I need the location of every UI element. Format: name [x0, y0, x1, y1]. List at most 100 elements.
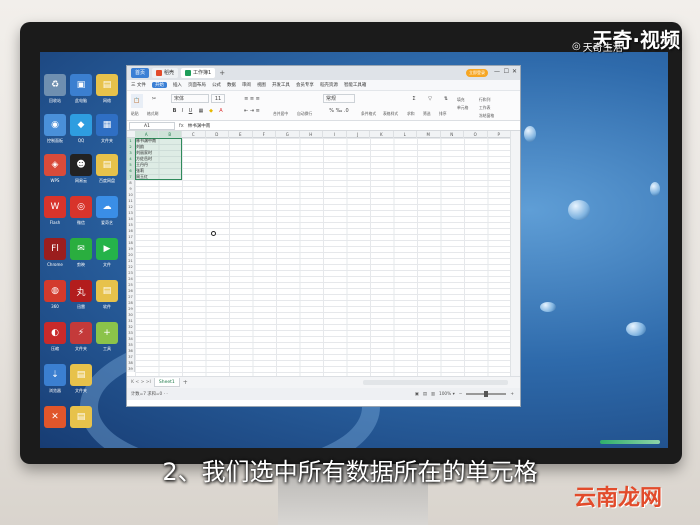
font-select[interactable]: 宋体	[171, 94, 209, 103]
sheet-tab[interactable]: Sheet1	[153, 378, 180, 387]
fx-icon[interactable]: fx	[179, 123, 184, 129]
zoom-level[interactable]: 100% ▾	[439, 392, 455, 397]
view-page-icon[interactable]: ▥	[431, 392, 435, 397]
grid-app-icon[interactable]: ▦	[96, 114, 118, 136]
column-header[interactable]: E	[229, 131, 253, 138]
zoom-in-button[interactable]: +	[510, 392, 514, 397]
compress-icon[interactable]: ⇣	[44, 364, 66, 386]
cells-button[interactable]: 单元格	[457, 105, 468, 111]
conditional-format-button[interactable]: 条件格式	[361, 111, 376, 117]
number-format-select[interactable]: 常规	[323, 94, 355, 103]
netease-music-icon[interactable]: ◎	[70, 196, 92, 218]
paste-icon[interactable]: 📋	[131, 94, 143, 108]
tab-docer[interactable]: 稻壳	[152, 68, 179, 78]
app-icon[interactable]: ◆	[70, 114, 92, 136]
worksheet-button[interactable]: 工作表	[479, 105, 490, 111]
column-header[interactable]: O	[464, 131, 488, 138]
horizontal-scrollbar[interactable]	[363, 380, 508, 385]
filter-label[interactable]: 筛选	[423, 111, 431, 117]
merge-button[interactable]: 合并居中	[273, 111, 288, 117]
folder-icon[interactable]: ▤	[96, 154, 118, 176]
view-layout-icon[interactable]: ▤	[423, 392, 427, 397]
align-icons[interactable]: ≡ ≡ ≡	[237, 94, 267, 103]
column-header[interactable]: I	[323, 131, 347, 138]
menu-insert[interactable]: 插入	[173, 82, 182, 88]
folder-icon[interactable]: ▤	[96, 280, 118, 302]
column-header[interactable]: F	[253, 131, 276, 138]
table-style-button[interactable]: 表格样式	[383, 111, 398, 117]
font-color-icon[interactable]: A	[217, 106, 225, 115]
iqiyi-icon[interactable]: ▶	[96, 238, 118, 260]
column-header[interactable]: K	[370, 131, 394, 138]
menu-data[interactable]: 数据	[227, 82, 236, 88]
column-header[interactable]: L	[394, 131, 417, 138]
formula-input[interactable]: 林书渊中南	[188, 123, 211, 129]
italic-button[interactable]: I	[179, 106, 186, 115]
border-icon[interactable]: ▦	[197, 106, 205, 115]
recycle-bin-icon[interactable]: ♻	[44, 74, 66, 96]
column-header[interactable]: A	[135, 131, 159, 138]
sheet-nav-buttons[interactable]: K < > >I	[131, 380, 151, 385]
fill-button[interactable]: 填充	[457, 97, 465, 103]
indent-icons[interactable]: ⇤ ⇥ ≡	[237, 106, 267, 115]
add-sheet-button[interactable]: +	[183, 379, 188, 386]
folder-icon[interactable]: ▤	[70, 406, 92, 428]
cell-value[interactable]: 周玉红	[136, 174, 158, 180]
fill-color-icon[interactable]: ◆	[207, 106, 215, 115]
underline-button[interactable]: U	[187, 106, 194, 115]
folder-icon[interactable]: ▤	[70, 364, 92, 386]
baidu-netdisk-icon[interactable]: ☁	[96, 196, 118, 218]
number-format-icons[interactable]: % ‰ .0	[323, 106, 355, 115]
tool-icon[interactable]: ✕	[44, 406, 66, 428]
network-icon[interactable]: ◉	[44, 114, 66, 136]
column-header[interactable]: B	[158, 131, 182, 138]
view-normal-icon[interactable]: ▣	[415, 392, 419, 397]
menu-docer-resources[interactable]: 稻壳资源	[320, 82, 338, 88]
zoom-slider[interactable]	[466, 391, 507, 397]
menu-view[interactable]: 视图	[257, 82, 266, 88]
new-tab-button[interactable]: +	[218, 69, 226, 77]
spreadsheet-grid[interactable]: ABCDEFGHIJKLMNOPQ 1234567891011121314151…	[127, 131, 512, 376]
menu-formula[interactable]: 公式	[212, 82, 221, 88]
menu-smart-toolbox[interactable]: 智能工具箱	[344, 82, 367, 88]
vertical-scrollbar[interactable]	[510, 131, 520, 376]
wrap-button[interactable]: 自动换行	[297, 111, 312, 117]
sort-icon[interactable]: ⇅	[441, 94, 451, 103]
sum-label[interactable]: 求和	[407, 111, 415, 117]
tab-workbook[interactable]: 工作簿1	[181, 68, 216, 78]
computer-icon[interactable]: ▣	[70, 74, 92, 96]
minimize-button[interactable]: —	[494, 68, 500, 75]
filter-icon[interactable]: ▽	[425, 94, 435, 103]
wechat-icon[interactable]: ✉	[70, 238, 92, 260]
cut-icon[interactable]: ✂	[149, 94, 159, 103]
tab-home[interactable]: 首页	[131, 68, 150, 78]
controller-icon[interactable]: ◈	[44, 154, 66, 176]
format-painter-label[interactable]: 格式刷	[147, 111, 158, 117]
thunder-icon[interactable]: ⚡	[70, 322, 92, 344]
bold-button[interactable]: B	[171, 106, 178, 115]
cell-gridlines[interactable]	[135, 138, 512, 376]
row-header[interactable]: 39	[127, 366, 135, 372]
zoom-knob[interactable]	[484, 391, 489, 397]
close-button[interactable]: ✕	[512, 68, 517, 75]
menu-page-layout[interactable]: 页面布局	[188, 82, 206, 88]
menu-member[interactable]: 会员专享	[296, 82, 314, 88]
flash-icon[interactable]: Fl	[44, 238, 66, 260]
column-header[interactable]: D	[206, 131, 229, 138]
zoom-out-button[interactable]: −	[459, 392, 463, 397]
rowcol-button[interactable]: 行和列	[479, 97, 490, 103]
column-header[interactable]: P	[488, 131, 511, 138]
sort-label[interactable]: 排序	[439, 111, 447, 117]
font-size-select[interactable]: 11	[211, 94, 225, 103]
folder-icon[interactable]: ▤	[96, 74, 118, 96]
menu-start[interactable]: 开始	[151, 82, 167, 88]
360-icon[interactable]: ◐	[44, 322, 66, 344]
login-button[interactable]: 立即登录	[466, 69, 488, 77]
column-header[interactable]: H	[300, 131, 323, 138]
column-header[interactable]: G	[276, 131, 300, 138]
column-header[interactable]: N	[441, 131, 464, 138]
column-header[interactable]: M	[417, 131, 441, 138]
menu-file[interactable]: 三 文件	[131, 82, 146, 88]
shortcut-icon[interactable]: +	[96, 322, 118, 344]
sum-icon[interactable]: Σ	[409, 94, 419, 103]
